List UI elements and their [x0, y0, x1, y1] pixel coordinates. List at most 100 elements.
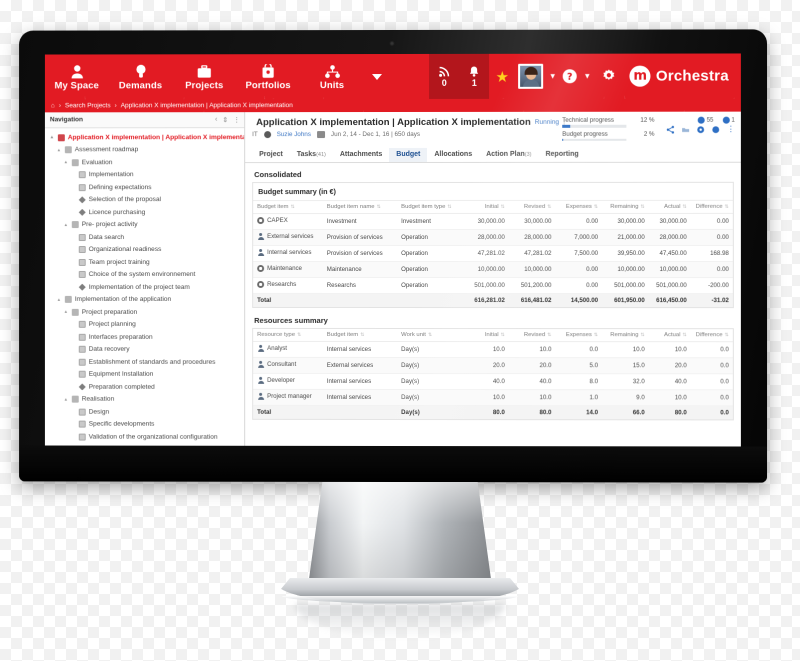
sort-icon[interactable]: ⇅	[501, 204, 505, 210]
settings-button[interactable]	[594, 54, 624, 99]
followers-count[interactable]: 55	[698, 117, 714, 124]
table-row[interactable]: External servicesProvision of servicesOp…	[253, 229, 733, 245]
tree-node[interactable]: Specific developments	[45, 418, 244, 431]
feed-button[interactable]: 0	[429, 54, 459, 99]
table-row[interactable]: ConsultantExternal servicesDay(s)20.020.…	[253, 357, 733, 373]
help-chevron-down-icon[interactable]: ▾	[581, 54, 594, 99]
column-header[interactable]: Difference⇅	[691, 329, 733, 342]
avatar-chevron-down-icon[interactable]: ▾	[546, 54, 559, 99]
tree-node[interactable]: ▴Project preparation	[45, 306, 244, 319]
tree-node[interactable]: Selection of the proposal	[45, 194, 244, 207]
table-row[interactable]: Project managerInternal servicesDay(s)10…	[253, 389, 733, 406]
menu-icon[interactable]: ⋮	[233, 116, 240, 124]
tree-node[interactable]: Preparation completed	[45, 381, 244, 394]
column-header[interactable]: Revised⇅	[509, 329, 556, 342]
tree-node[interactable]: ▴Application X implementation | Applicat…	[45, 131, 244, 144]
tree-node[interactable]: Data search	[45, 231, 244, 244]
table-row[interactable]: AnalystInternal servicesDay(s)10.010.00.…	[253, 341, 733, 357]
column-header[interactable]: Work unit⇅	[397, 329, 462, 342]
column-header[interactable]: Difference⇅	[691, 201, 733, 214]
home-icon[interactable]: ⌂	[51, 102, 55, 109]
tab-reporting[interactable]: Reporting	[539, 148, 586, 162]
tree-node[interactable]: Establishment of standards and procedure…	[45, 356, 244, 369]
project-owner[interactable]: Suzie Johns	[277, 131, 311, 138]
tree-node[interactable]: ▴Evaluation	[45, 156, 244, 169]
tree-node[interactable]: ▴Assessment roadmap	[45, 144, 244, 157]
column-header[interactable]: Budget item⇅	[323, 329, 397, 342]
refresh-icon[interactable]	[712, 125, 720, 133]
column-header[interactable]: Actual⇅	[649, 329, 691, 342]
table-row[interactable]: Internal servicesProvision of servicesOp…	[253, 245, 733, 261]
tree-twisty-icon[interactable]: ▴	[49, 135, 55, 141]
sort-icon[interactable]: ⇅	[683, 204, 687, 210]
tree-node[interactable]: Choice of the system environnement	[45, 268, 244, 281]
collapse-icon[interactable]: ‹	[215, 116, 217, 124]
more-vertical-icon[interactable]: ⋮	[727, 125, 735, 134]
export-icon[interactable]	[682, 125, 690, 133]
nav-item-projects[interactable]: Projects	[172, 54, 236, 99]
sort-icon[interactable]: ⇅	[725, 332, 729, 338]
tree-node[interactable]: Implementation of the project team	[45, 281, 244, 294]
sort-icon[interactable]: ⇅	[725, 204, 729, 210]
sort-icon[interactable]: ⇅	[683, 332, 687, 338]
table-row[interactable]: DeveloperInternal servicesDay(s)40.040.0…	[253, 373, 733, 389]
tree-node[interactable]: ▴Implementation of the application	[45, 293, 244, 306]
table-row[interactable]: MaintenanceMaintenanceOperation10,000.00…	[253, 261, 733, 277]
column-header[interactable]: Budget item type⇅	[397, 201, 462, 214]
tree-twisty-icon[interactable]: ▴	[63, 222, 69, 228]
sort-icon[interactable]: ⇅	[594, 204, 598, 210]
tree-node[interactable]: Equipment Installation	[45, 368, 244, 381]
tree-node[interactable]: Project planning	[45, 318, 244, 331]
sort-icon[interactable]: ⇅	[428, 332, 432, 338]
nav-item-units[interactable]: Units	[300, 54, 364, 99]
tree-node[interactable]: Licence purchasing	[45, 206, 244, 219]
sort-icon[interactable]: ⇅	[547, 204, 551, 210]
nav-more-caret[interactable]	[364, 54, 390, 99]
sort-icon[interactable]: ⇅	[360, 332, 364, 338]
share-icon[interactable]	[667, 125, 675, 133]
tree-twisty-icon[interactable]: ▴	[56, 297, 62, 303]
avatar[interactable]	[518, 64, 543, 89]
sort-icon[interactable]: ⇅	[501, 332, 505, 338]
tree-node[interactable]: Design	[45, 406, 244, 419]
tree-node[interactable]: Interfaces preparation	[45, 331, 244, 344]
tree-node[interactable]: ▴Pre- project activity	[45, 219, 244, 232]
tab-attachments[interactable]: Attachments	[333, 148, 389, 162]
column-header[interactable]: Resource type⇅	[253, 329, 323, 342]
nav-item-my-space[interactable]: My Space	[45, 54, 109, 99]
nav-item-portfolios[interactable]: Portfolios	[236, 54, 300, 99]
tab-allocations[interactable]: Allocations	[427, 148, 479, 162]
tree-twisty-icon[interactable]: ▴	[63, 396, 69, 402]
alerts-button[interactable]: 1	[459, 54, 489, 99]
tree-node[interactable]: Organizational readiness	[45, 244, 244, 256]
tree-node[interactable]: Implementation	[45, 169, 244, 182]
help-button[interactable]: ?	[559, 54, 581, 99]
sort-icon[interactable]: ⇅	[447, 204, 451, 210]
sort-icon[interactable]: ⇅	[291, 204, 295, 210]
column-header[interactable]: Actual⇅	[649, 201, 691, 214]
tree-node[interactable]: Team project training	[45, 256, 244, 268]
column-header[interactable]: Initial⇅	[462, 201, 509, 214]
comments-count[interactable]: 1	[722, 117, 734, 124]
column-header[interactable]: Budget item⇅	[253, 201, 323, 214]
nav-item-demands[interactable]: Demands	[109, 54, 173, 99]
sort-icon[interactable]: ⇅	[640, 332, 644, 338]
sort-icon[interactable]: ⇅	[594, 332, 598, 338]
sort-icon[interactable]: ⇅	[640, 204, 644, 210]
column-header[interactable]: Expenses⇅	[555, 329, 602, 342]
tree-twisty-icon[interactable]: ▴	[56, 147, 62, 153]
column-header[interactable]: Remaining⇅	[602, 201, 649, 214]
tab-action-plan[interactable]: Action Plan(3)	[479, 148, 538, 162]
tree-twisty-icon[interactable]: ▴	[63, 309, 69, 315]
tab-budget[interactable]: Budget	[389, 148, 427, 162]
sort-icon[interactable]: ⇅	[297, 332, 301, 338]
table-row[interactable]: ResearchsResearchsOperation501,000.00501…	[253, 277, 733, 293]
star-icon[interactable]: ★	[489, 54, 515, 99]
tree-node[interactable]: Validation of the organizational configu…	[45, 431, 244, 444]
tree-node[interactable]: Data recovery	[45, 343, 244, 356]
tab-tasks[interactable]: Tasks(41)	[290, 148, 333, 162]
sort-icon[interactable]: ⇅	[547, 332, 551, 338]
column-header[interactable]: Budget item name⇅	[323, 201, 397, 214]
breadcrumb-link-search-projects[interactable]: Search Projects	[65, 102, 111, 109]
sort-icon[interactable]: ⇅	[377, 204, 381, 210]
